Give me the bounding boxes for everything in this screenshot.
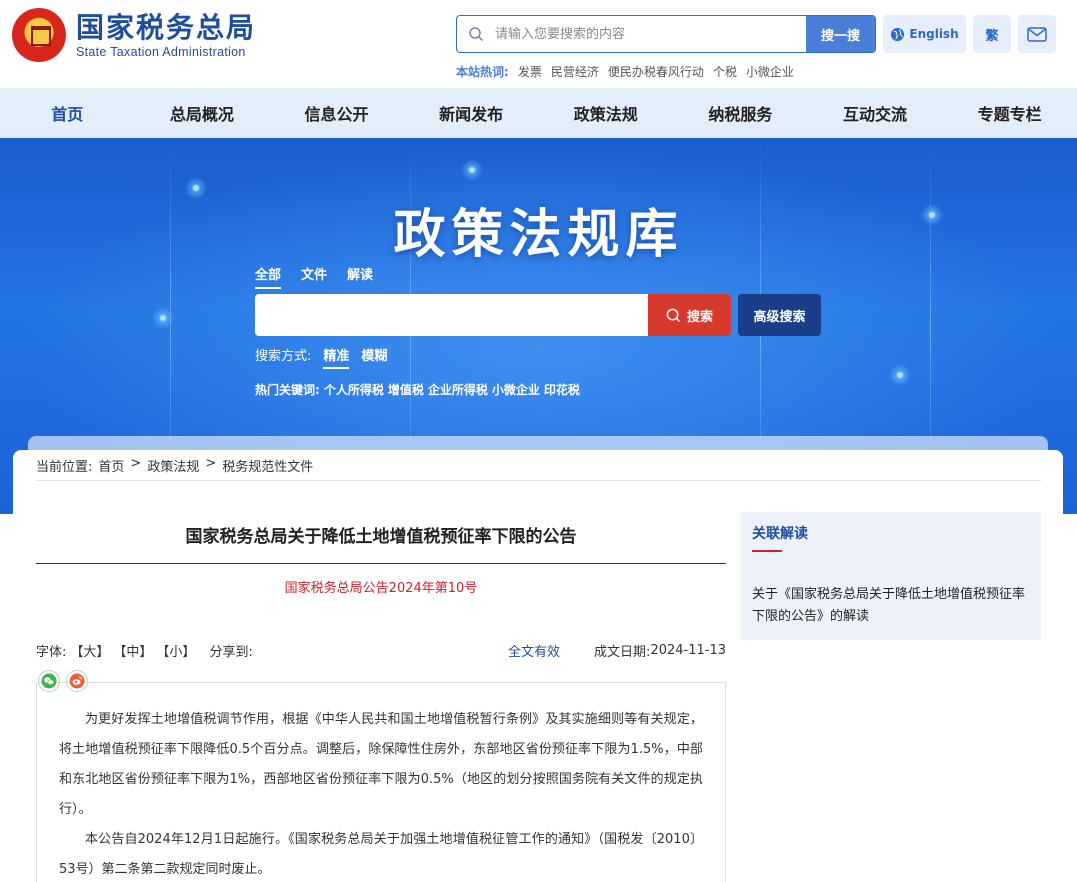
tab-documents[interactable]: 文件	[301, 264, 327, 289]
nav-item-overview[interactable]: 总局概况	[135, 88, 270, 138]
hot-keyword-link[interactable]: 企业所得税	[428, 381, 488, 398]
tab-all[interactable]: 全部	[255, 264, 282, 289]
breadcrumb-link-home[interactable]: 首页	[98, 456, 124, 475]
font-size-medium[interactable]: 【中】	[113, 641, 152, 660]
logo-title-en: State Taxation Administration	[76, 45, 246, 59]
banner-decoration	[460, 158, 484, 182]
english-label: English	[909, 27, 959, 41]
wechat-share-icon[interactable]	[38, 670, 60, 692]
weibo-share-icon[interactable]	[66, 670, 88, 692]
issue-date: 2024-11-13	[650, 643, 726, 658]
mail-button[interactable]	[1018, 15, 1056, 53]
search-mode-label: 搜索方式:	[255, 349, 312, 364]
related-interpretation-panel: 关联解读 关于《国家税务总局关于降低土地增值税预征率下限的公告》的解读	[741, 512, 1041, 640]
font-size-large[interactable]: 【大】	[70, 641, 109, 660]
document-toolbar: 字体: 【大】 【中】 【小】 分享到: 全文有效 成文日期: 2024-11-…	[36, 641, 726, 660]
policy-search-label: 搜索	[686, 309, 713, 325]
validity-status: 全文有效	[508, 645, 561, 660]
policy-search-input[interactable]	[255, 294, 648, 336]
hot-keywords: 热门关键词: 个人所得税 增值税 企业所得税 小微企业 印花税	[255, 381, 580, 398]
document-title: 国家税务总局关于降低土地增值税预征率下限的公告	[185, 527, 577, 547]
document-paragraph: 为更好发挥土地增值税调节作用，根据《中华人民共和国土地增值税暂行条例》及其实施细…	[59, 712, 703, 817]
nav-item-special-topics[interactable]: 专题专栏	[942, 88, 1077, 138]
nav-item-policy[interactable]: 政策法规	[539, 88, 674, 138]
document-number: 国家税务总局公告2024年第10号	[284, 581, 478, 596]
globe-icon	[891, 27, 905, 41]
hot-keyword-link[interactable]: 小微企业	[492, 381, 540, 398]
breadcrumb-label: 当前位置:	[36, 460, 93, 475]
policy-search-button[interactable]: 搜索	[648, 294, 731, 336]
tab-interpretations[interactable]: 解读	[347, 264, 373, 289]
breadcrumb-link-normative-docs[interactable]: 税务规范性文件	[222, 456, 313, 475]
logo-title-cn: 国家税务总局	[76, 11, 257, 44]
nav-item-news[interactable]: 新闻发布	[404, 88, 539, 138]
site-search: 搜一搜	[456, 15, 876, 53]
breadcrumb-divider	[36, 480, 1041, 481]
mail-icon	[1027, 26, 1047, 42]
search-mode: 搜索方式: 精准 模糊	[255, 345, 387, 369]
title-accent-bar	[752, 550, 782, 552]
site-header: 国家税务总局 State Taxation Administration 搜一搜…	[0, 0, 1077, 88]
hot-keyword-link[interactable]: 印花税	[544, 381, 580, 398]
search-icon	[457, 16, 495, 52]
breadcrumb: 当前位置: 首页 > 政策法规 > 税务规范性文件	[36, 456, 313, 475]
national-emblem-icon	[12, 8, 66, 62]
related-interpretation-title: 关联解读	[752, 526, 808, 542]
hot-keywords-label: 热门关键词:	[255, 383, 320, 397]
search-mode-exact[interactable]: 精准	[323, 345, 350, 369]
title-divider	[36, 563, 726, 564]
banner-tabs: 全部 文件 解读	[255, 264, 373, 289]
english-button[interactable]: English	[883, 15, 966, 53]
search-icon	[666, 308, 681, 322]
hotwords-label: 本站热词:	[456, 65, 509, 79]
related-interpretation-link[interactable]: 关于《国家税务总局关于降低土地增值税预征率下限的公告》的解读	[752, 584, 1032, 628]
nav-item-tax-service[interactable]: 纳税服务	[673, 88, 808, 138]
nav-item-interaction[interactable]: 互动交流	[808, 88, 943, 138]
share-label: 分享到:	[209, 645, 253, 660]
hot-keyword-link[interactable]: 增值税	[388, 381, 424, 398]
banner-title: 政策法规库	[393, 204, 684, 265]
issue-date-label: 成文日期:	[594, 645, 651, 660]
font-size-small[interactable]: 【小】	[156, 641, 195, 660]
breadcrumb-separator: >	[130, 456, 142, 471]
traditional-chinese-button[interactable]: 繁	[973, 15, 1011, 53]
advanced-search-button[interactable]: 高级搜索	[738, 294, 821, 336]
site-logo[interactable]: 国家税务总局 State Taxation Administration	[12, 8, 256, 62]
hotword-link[interactable]: 民营经济	[551, 63, 599, 80]
main-nav: 首页 总局概况 信息公开 新闻发布 政策法规 纳税服务 互动交流 专题专栏	[0, 88, 1077, 138]
share-icons	[38, 670, 88, 692]
hot-keyword-link[interactable]: 个人所得税	[324, 381, 384, 398]
hotwords-bar: 本站热词: 发票 民营经济 便民办税春风行动 个税 小微企业	[456, 63, 794, 80]
hotword-link[interactable]: 发票	[518, 63, 542, 80]
site-search-button[interactable]: 搜一搜	[806, 16, 875, 52]
nav-item-info-disclosure[interactable]: 信息公开	[269, 88, 404, 138]
banner-decoration	[888, 363, 912, 387]
breadcrumb-separator: >	[205, 456, 217, 471]
hotword-link[interactable]: 小微企业	[746, 63, 794, 80]
policy-search-field	[255, 294, 648, 336]
document-paragraph: 本公告自2024年12月1日起施行。《国家税务总局关于加强土地增值税征管工作的通…	[59, 832, 703, 877]
nav-item-home[interactable]: 首页	[0, 88, 135, 138]
search-mode-fuzzy[interactable]: 模糊	[361, 345, 387, 369]
hotword-link[interactable]: 便民办税春风行动	[608, 63, 704, 80]
hotword-link[interactable]: 个税	[713, 63, 737, 80]
banner-decoration	[151, 306, 175, 330]
content-card: 当前位置: 首页 > 政策法规 > 税务规范性文件 国家税务总局关于降低土地增值…	[13, 450, 1063, 882]
document-body: 为更好发挥土地增值税调节作用，根据《中华人民共和国土地增值税暂行条例》及其实施细…	[36, 682, 726, 882]
font-size-label: 字体:	[36, 645, 67, 660]
site-search-input[interactable]	[495, 16, 806, 52]
breadcrumb-link-policy[interactable]: 政策法规	[147, 456, 199, 475]
